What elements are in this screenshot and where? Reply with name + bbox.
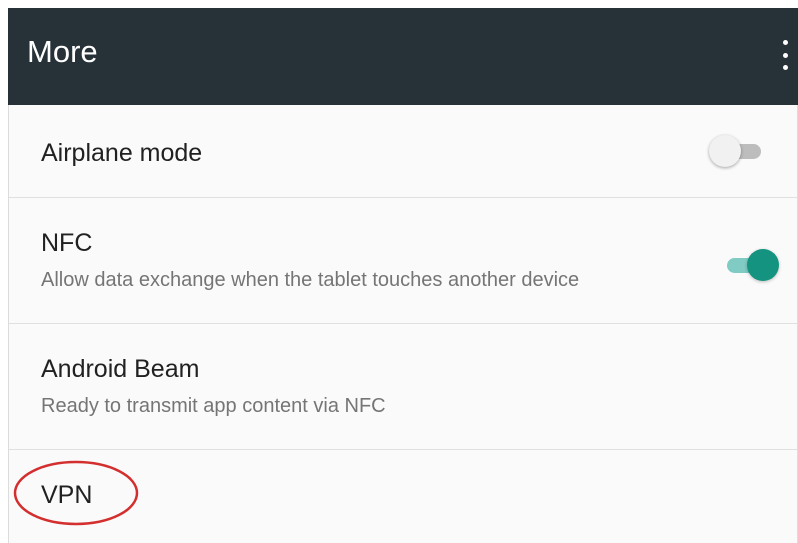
page-title: More [27, 34, 98, 69]
app-bar: More [8, 8, 798, 105]
setting-vpn[interactable]: VPN [9, 450, 797, 543]
setting-nfc[interactable]: NFC Allow data exchange when the tablet … [9, 198, 797, 324]
setting-title: Airplane mode [41, 139, 203, 167]
nfc-toggle[interactable] [723, 247, 779, 283]
setting-android-beam[interactable]: Android Beam Ready to transmit app conte… [9, 324, 797, 450]
setting-title: NFC [41, 229, 93, 257]
more-vert-icon[interactable] [776, 38, 794, 72]
settings-screen: More Airplane mode NFC Allow data exchan… [8, 8, 798, 543]
menu-dot [782, 40, 788, 45]
airplane-mode-toggle[interactable] [709, 133, 765, 169]
menu-dot [782, 65, 788, 70]
toggle-thumb [747, 249, 779, 281]
toggle-thumb [709, 135, 741, 167]
setting-summary: Ready to transmit app content via NFC [41, 395, 386, 417]
setting-title: VPN [41, 481, 93, 509]
setting-airplane-mode[interactable]: Airplane mode [9, 105, 797, 198]
setting-summary: Allow data exchange when the tablet touc… [41, 269, 580, 291]
setting-title: Android Beam [41, 355, 200, 383]
menu-dot [782, 52, 788, 58]
settings-list: Airplane mode NFC Allow data exchange wh… [8, 105, 798, 543]
